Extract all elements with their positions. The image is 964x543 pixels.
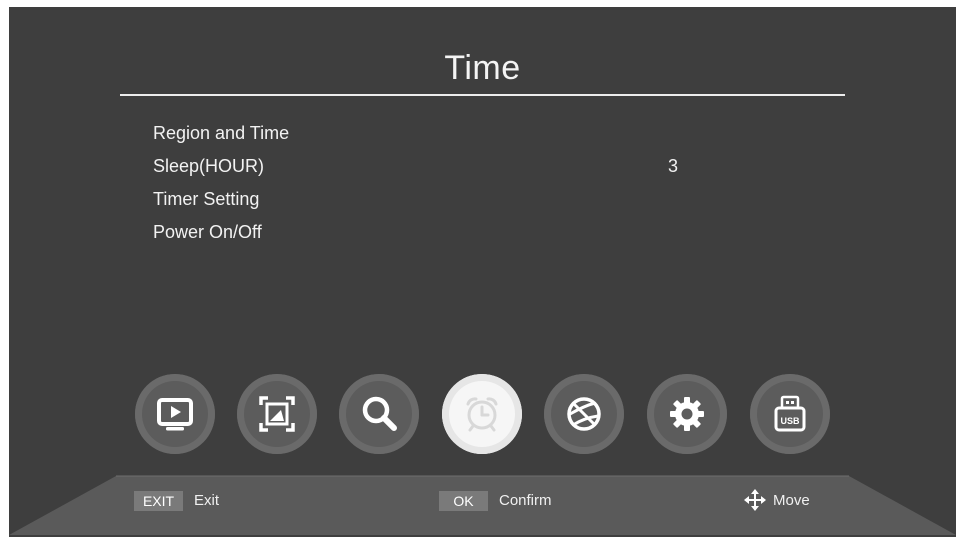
ok-key-badge[interactable]: OK	[439, 491, 488, 511]
picture-icon	[259, 396, 295, 432]
tv-menu-screen: Time Region and Time Sleep(HOUR) 3 Timer…	[9, 7, 956, 537]
menu-item-sleep-hour[interactable]: Sleep(HOUR) 3	[153, 151, 713, 181]
svg-text:USB: USB	[780, 416, 800, 426]
tv-icon	[157, 398, 193, 431]
menu-item-label: Power On/Off	[153, 222, 262, 242]
nav-settings-button[interactable]	[647, 374, 727, 454]
move-arrows-icon	[744, 489, 766, 511]
menu-item-label: Sleep(HOUR)	[153, 156, 265, 176]
nav-picture-button[interactable]	[237, 374, 317, 454]
menu-item-label: Timer Setting	[153, 189, 260, 209]
menu-item-power-on-off[interactable]: Power On/Off	[153, 217, 713, 247]
alarm-clock-icon	[466, 397, 498, 432]
nav-search-button[interactable]	[339, 374, 419, 454]
page-title: Time	[444, 49, 521, 87]
nav-tv-button[interactable]	[135, 374, 215, 454]
nav-time-button[interactable]	[442, 374, 522, 454]
move-hint-label: Move	[773, 492, 810, 509]
exit-key-badge[interactable]: EXIT	[134, 491, 183, 511]
nav-usb-button[interactable]: USB	[750, 374, 830, 454]
exit-hint-label: Exit	[194, 492, 220, 509]
search-icon	[362, 396, 397, 431]
usb-icon: USB	[774, 395, 806, 432]
menu-item-label: Region and Time	[153, 123, 290, 143]
gear-icon	[670, 397, 704, 431]
nav-network-button[interactable]	[544, 374, 624, 454]
title-divider	[120, 94, 845, 96]
sleep-hour-value: 3	[668, 156, 679, 176]
menu-item-region-and-time[interactable]: Region and Time	[153, 118, 713, 148]
globe-icon	[567, 397, 601, 431]
ok-hint-label: Confirm	[499, 492, 552, 509]
menu-item-timer-setting[interactable]: Timer Setting	[153, 184, 713, 214]
